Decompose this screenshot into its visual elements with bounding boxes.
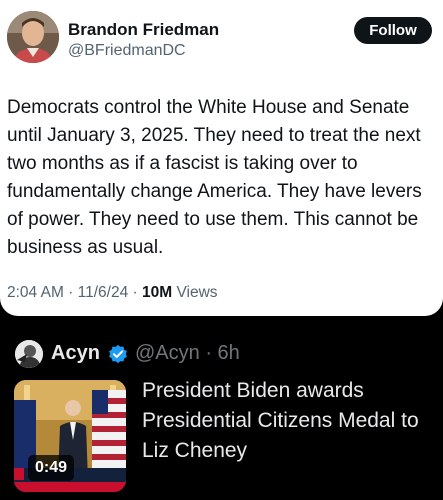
meta-separator: · — [132, 284, 143, 301]
tweet-date[interactable]: 11/6/24 — [78, 284, 129, 301]
quoted-author-meta: @Acyn · 6h — [135, 342, 240, 365]
meta-separator: · — [205, 342, 218, 364]
author-handle[interactable]: @BFriedmanDC — [68, 42, 186, 60]
tweet-meta: 2:04 AM · 11/6/24 · 10M Views — [7, 284, 218, 302]
author-name[interactable]: Brandon Friedman — [68, 20, 219, 40]
quoted-author-handle[interactable]: @Acyn — [135, 342, 200, 364]
tweet-time[interactable]: 2:04 AM — [7, 284, 64, 301]
quoted-author-avatar[interactable] — [15, 340, 43, 368]
quoted-tweet[interactable]: Acyn @Acyn · 6h 0:49 President Biden awa… — [0, 324, 443, 500]
quoted-tweet-age[interactable]: 6h — [218, 342, 240, 364]
views-label: Views — [176, 284, 218, 301]
quoted-avatar-photo — [15, 340, 43, 368]
tweet-text: Democrats control the White House and Se… — [7, 97, 422, 258]
verified-badge-icon — [109, 344, 127, 364]
meta-separator: · — [68, 284, 78, 301]
video-duration: 0:49 — [28, 455, 75, 481]
views-count: 10M — [142, 284, 173, 301]
follow-button[interactable]: Follow — [354, 17, 432, 44]
main-tweet[interactable]: Brandon Friedman @BFriedmanDC Follow Dem… — [0, 0, 443, 316]
author-avatar[interactable] — [7, 11, 59, 63]
quoted-author-name[interactable]: Acyn — [51, 342, 100, 365]
quoted-tweet-text[interactable]: President Biden awards Presidential Citi… — [142, 376, 437, 466]
avatar-photo — [7, 11, 59, 63]
